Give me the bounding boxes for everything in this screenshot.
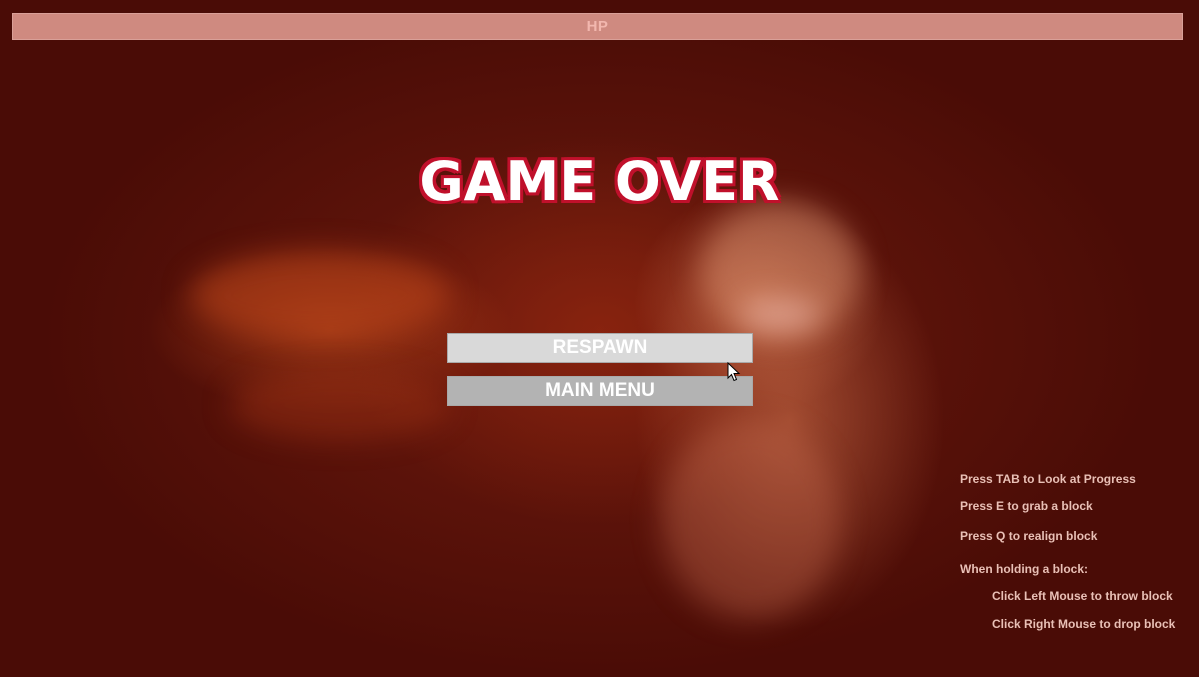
background-blur-streak — [660, 420, 840, 620]
tab-progress-hint: Press TAB to Look at Progress — [960, 472, 1136, 486]
main-menu-button[interactable]: MAIN MENU — [447, 376, 753, 406]
grab-block-hint: Press E to grab a block — [960, 499, 1093, 513]
background-blur-streak — [230, 370, 450, 440]
background-blur-streak — [190, 250, 450, 340]
hp-bar: HP — [12, 13, 1183, 40]
game-over-title: GAME OVER — [419, 150, 780, 213]
hp-label: HP — [586, 18, 609, 35]
background-blur-streak — [740, 300, 820, 330]
holding-block-header: When holding a block: — [960, 562, 1088, 576]
game-scene: HP GAME OVER RESPAWN MAIN MENU Press TAB… — [0, 0, 1199, 677]
respawn-button[interactable]: RESPAWN — [447, 333, 753, 363]
drop-block-hint: Click Right Mouse to drop block — [992, 617, 1176, 631]
throw-block-hint: Click Left Mouse to throw block — [992, 589, 1173, 603]
realign-block-hint: Press Q to realign block — [960, 529, 1098, 543]
mouse-pointer-icon — [727, 362, 741, 382]
